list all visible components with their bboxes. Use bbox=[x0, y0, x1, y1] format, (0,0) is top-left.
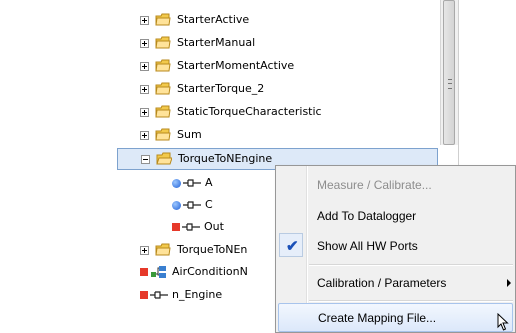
folder-icon bbox=[155, 36, 171, 49]
menu-item-create-mapping-file[interactable]: Create Mapping File... bbox=[278, 303, 513, 332]
mouse-cursor-icon bbox=[497, 313, 509, 331]
tree-item-label: StarterManual bbox=[177, 36, 256, 49]
inport-icon bbox=[172, 200, 201, 210]
tree-item-airconditionn[interactable]: AirConditionN bbox=[140, 261, 248, 283]
expand-plus-icon[interactable] bbox=[140, 84, 149, 94]
tree-item-label: StarterMomentActive bbox=[177, 59, 295, 72]
tree-item-label: StarterActive bbox=[177, 13, 250, 26]
tree-item-port-out[interactable]: Out bbox=[172, 216, 224, 238]
tree-item-torquetonen[interactable]: TorqueToNEn bbox=[140, 239, 247, 261]
inport-icon bbox=[172, 178, 201, 188]
tree-item-startertorque-2[interactable]: StarterTorque_2 bbox=[140, 78, 264, 100]
folder-icon bbox=[155, 59, 171, 72]
outport-icon bbox=[172, 223, 200, 231]
folder-open-icon bbox=[156, 152, 172, 165]
folder-icon bbox=[155, 128, 171, 141]
scrollbar-thumb[interactable] bbox=[443, 0, 455, 145]
collapse-minus-icon[interactable] bbox=[141, 154, 150, 164]
tree-item-startermanual[interactable]: StarterManual bbox=[140, 32, 255, 54]
context-menu: Measure / Calibrate... Add To Datalogger… bbox=[275, 165, 516, 333]
expand-plus-icon[interactable] bbox=[140, 245, 149, 255]
expand-plus-icon[interactable] bbox=[140, 38, 149, 48]
tree-item-sum[interactable]: Sum bbox=[140, 124, 202, 146]
grip-icon bbox=[448, 79, 452, 89]
folder-icon bbox=[155, 243, 171, 256]
folder-icon bbox=[155, 105, 171, 118]
tree-item-label: StarterTorque_2 bbox=[177, 82, 265, 95]
expand-plus-icon[interactable] bbox=[140, 130, 149, 140]
menu-item-show-all-hw-ports[interactable]: ✔ Show All HW Ports bbox=[278, 231, 513, 261]
tree-item-label: TorqueToNEngine bbox=[178, 152, 273, 165]
subsystem-icon bbox=[140, 265, 168, 279]
menu-item-label: Add To Datalogger bbox=[317, 209, 417, 223]
checkmark-icon: ✔ bbox=[286, 238, 299, 255]
menu-item-label: Create Mapping File... bbox=[318, 310, 437, 325]
tree-item-label: AirConditionN bbox=[172, 265, 248, 278]
tree-item-n-engine[interactable]: n_Engine bbox=[140, 284, 222, 306]
tree-item-port-c[interactable]: C bbox=[172, 194, 213, 216]
menu-item-calibration-parameters[interactable]: Calibration / Parameters bbox=[278, 268, 513, 298]
menu-item-add-to-datalogger[interactable]: Add To Datalogger bbox=[278, 201, 513, 231]
menu-item-label: Calibration / Parameters bbox=[317, 276, 447, 290]
tree-item-startermomentactive[interactable]: StarterMomentActive bbox=[140, 55, 294, 77]
outport-icon bbox=[140, 291, 168, 299]
tree-item-starteractive[interactable]: StarterActive bbox=[140, 9, 249, 31]
expand-plus-icon[interactable] bbox=[140, 15, 149, 25]
submenu-arrow-icon bbox=[507, 279, 511, 287]
port-label: Out bbox=[204, 220, 224, 233]
port-label: A bbox=[205, 176, 213, 189]
port-label: C bbox=[205, 198, 213, 211]
tree-item-statictorquecharacteristic[interactable]: StaticTorqueCharacteristic bbox=[140, 101, 322, 123]
menu-item-measure-calibrate[interactable]: Measure / Calibrate... bbox=[278, 170, 513, 200]
folder-icon bbox=[155, 82, 171, 95]
tree-item-label: TorqueToNEn bbox=[177, 243, 248, 256]
menu-item-label: Measure / Calibrate... bbox=[317, 178, 432, 192]
folder-icon bbox=[155, 13, 171, 26]
menu-separator bbox=[309, 300, 513, 302]
expand-plus-icon[interactable] bbox=[140, 61, 149, 71]
tree-item-label: Sum bbox=[177, 128, 202, 141]
tree-item-label: StaticTorqueCharacteristic bbox=[177, 105, 322, 118]
menu-separator bbox=[309, 264, 513, 266]
expand-plus-icon[interactable] bbox=[140, 107, 149, 117]
tree-item-port-a[interactable]: A bbox=[172, 172, 213, 194]
tree-item-label: n_Engine bbox=[172, 288, 223, 301]
right-pane bbox=[458, 0, 516, 165]
vertical-scrollbar[interactable] bbox=[440, 0, 458, 145]
menu-item-label: Show All HW Ports bbox=[317, 239, 418, 253]
